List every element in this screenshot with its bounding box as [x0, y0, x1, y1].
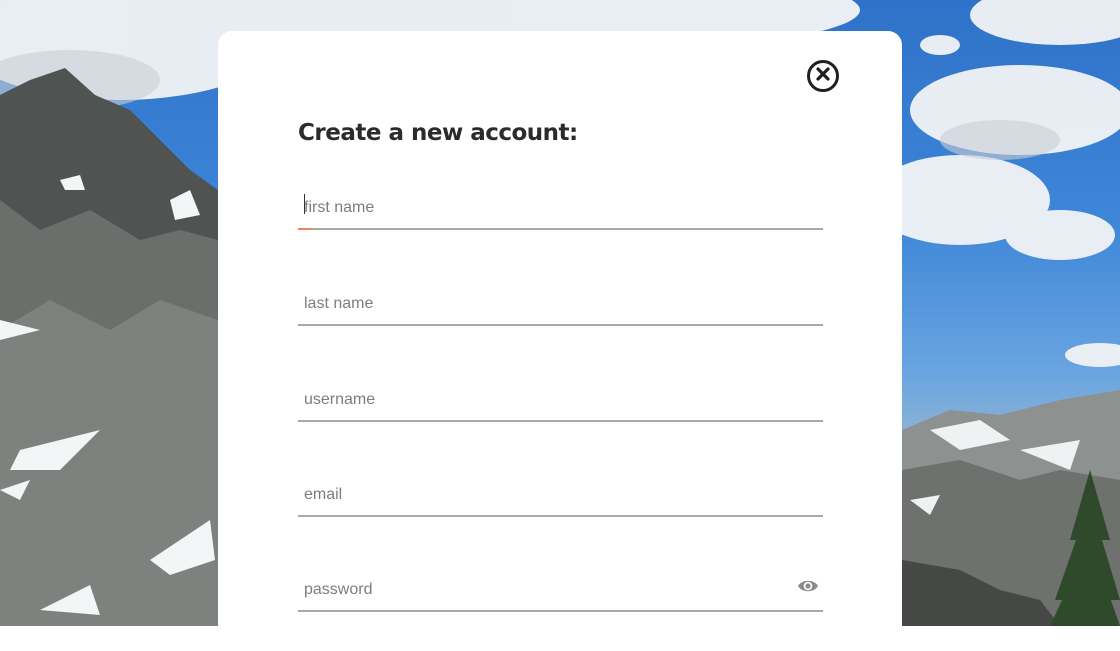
email-field: [298, 477, 823, 517]
first-name-input[interactable]: [298, 190, 823, 226]
last-name-input[interactable]: [298, 286, 823, 322]
focus-indicator: [298, 228, 312, 230]
first-name-field: [298, 190, 823, 230]
username-field: [298, 382, 823, 422]
password-field: [298, 572, 823, 612]
text-cursor: [304, 194, 305, 214]
modal-title: Create a new account:: [298, 120, 578, 146]
eye-icon[interactable]: [797, 578, 819, 594]
email-input[interactable]: [298, 477, 823, 513]
create-account-modal: Create a new account:: [218, 31, 902, 651]
close-circle-icon: [815, 66, 831, 87]
last-name-field: [298, 286, 823, 326]
password-input[interactable]: [298, 572, 823, 608]
username-input[interactable]: [298, 382, 823, 418]
close-button[interactable]: [807, 60, 839, 92]
